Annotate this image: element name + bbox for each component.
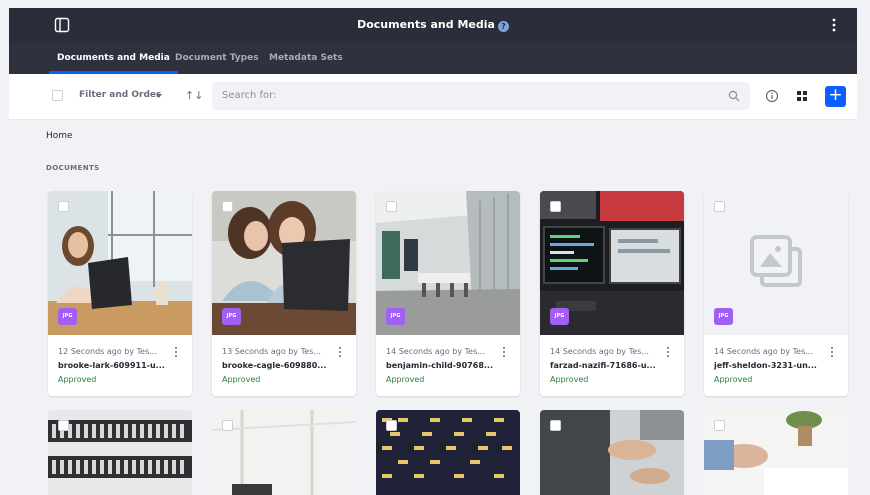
card-kebab-icon[interactable] — [502, 346, 506, 358]
card-meta: 14 Seconds ago by Tes... — [714, 347, 813, 356]
tab-documents-and-media[interactable]: Documents and Media — [49, 43, 178, 74]
thumbnail-image — [212, 410, 356, 495]
card-checkbox[interactable] — [550, 420, 561, 431]
card-meta: 14 Seconds ago by Tes... — [550, 347, 649, 356]
card-meta: 12 Seconds ago by Tes... — [58, 347, 157, 356]
status-label: Approved — [550, 375, 589, 384]
card-title[interactable]: farzad-nazifi-71686-u... — [550, 361, 656, 370]
card-title[interactable]: jeff-sheldon-3231-un... — [714, 361, 817, 370]
document-card[interactable]: JPG 12 Seconds ago by Tes... brooke-lark… — [48, 191, 192, 396]
status-label: Approved — [58, 375, 97, 384]
card-meta: 14 Seconds ago by Tes... — [386, 347, 485, 356]
header-kebab-icon[interactable] — [831, 17, 837, 33]
card-kebab-icon[interactable] — [338, 346, 342, 358]
thumbnail-image — [540, 410, 684, 495]
document-card[interactable] — [212, 410, 356, 495]
card-kebab-icon[interactable] — [174, 346, 178, 358]
card-checkbox[interactable] — [714, 201, 725, 212]
document-thumbnail[interactable]: JPG — [48, 191, 192, 335]
card-meta: 13 Seconds ago by Tes... — [222, 347, 321, 356]
card-view-icon[interactable] — [795, 89, 809, 103]
document-card[interactable]: JPG 14 Seconds ago by Tes... farzad-nazi… — [540, 191, 684, 396]
card-kebab-icon[interactable] — [830, 346, 834, 358]
nav-tabs: Documents and Media Document Types Metad… — [9, 43, 857, 74]
status-label: Approved — [386, 375, 425, 384]
file-type-badge: JPG — [386, 308, 405, 325]
status-label: Approved — [714, 375, 753, 384]
card-checkbox[interactable] — [714, 420, 725, 431]
select-all-checkbox[interactable] — [52, 90, 63, 101]
document-card[interactable]: JPG 13 Seconds ago by Tes... brooke-cagl… — [212, 191, 356, 396]
card-title[interactable]: brooke-lark-609911-u... — [58, 361, 165, 370]
card-checkbox[interactable] — [386, 420, 397, 431]
document-card[interactable] — [48, 410, 192, 495]
card-title[interactable]: benjamin-child-90768... — [386, 361, 493, 370]
document-thumbnail[interactable]: JPG — [376, 191, 520, 335]
search-icon[interactable] — [728, 90, 740, 102]
sort-order-button[interactable]: ↑↓ — [185, 89, 203, 102]
card-kebab-icon[interactable] — [666, 346, 670, 358]
page-title: Documents and Media? — [9, 18, 857, 32]
search-placeholder: Search for: — [222, 90, 277, 101]
status-label: Approved — [222, 375, 261, 384]
chevron-down-icon[interactable] — [156, 94, 162, 98]
thumbnail-image — [704, 410, 848, 495]
file-type-badge: JPG — [550, 308, 569, 325]
info-circle-icon[interactable] — [765, 89, 779, 103]
file-type-badge: JPG — [714, 308, 733, 325]
document-thumbnail[interactable]: JPG — [212, 191, 356, 335]
add-button[interactable]: + — [825, 86, 846, 107]
search-input[interactable]: Search for: — [212, 82, 750, 110]
app-header: Documents and Media? — [9, 8, 857, 43]
card-title[interactable]: brooke-cagle-609880... — [222, 361, 326, 370]
document-card[interactable] — [376, 410, 520, 495]
document-thumbnail[interactable]: JPG — [704, 191, 848, 335]
info-icon[interactable]: ? — [497, 21, 509, 32]
tab-metadata-sets[interactable]: Metadata Sets — [269, 43, 343, 74]
document-thumbnail[interactable]: JPG — [540, 191, 684, 335]
thumbnail-image — [376, 410, 520, 495]
breadcrumb[interactable]: Home — [46, 131, 73, 141]
card-checkbox[interactable] — [58, 201, 69, 212]
file-type-badge: JPG — [222, 308, 241, 325]
document-card[interactable] — [540, 410, 684, 495]
card-checkbox[interactable] — [58, 420, 69, 431]
document-card[interactable]: JPG 14 Seconds ago by Tes... jeff-sheldo… — [704, 191, 848, 396]
document-card[interactable] — [704, 410, 848, 495]
card-checkbox[interactable] — [386, 201, 397, 212]
page-title-text: Documents and Media — [357, 18, 495, 31]
file-type-badge: JPG — [58, 308, 77, 325]
management-toolbar: Filter and Order ↑↓ Search for: + — [9, 74, 857, 120]
card-checkbox[interactable] — [222, 201, 233, 212]
filter-and-order-dropdown[interactable]: Filter and Order — [79, 90, 160, 100]
card-checkbox[interactable] — [222, 420, 233, 431]
section-title: DOCUMENTS — [46, 164, 100, 172]
card-checkbox[interactable] — [550, 201, 561, 212]
thumbnail-image — [48, 410, 192, 495]
tab-document-types[interactable]: Document Types — [175, 43, 259, 74]
document-card[interactable]: JPG 14 Seconds ago by Tes... benjamin-ch… — [376, 191, 520, 396]
